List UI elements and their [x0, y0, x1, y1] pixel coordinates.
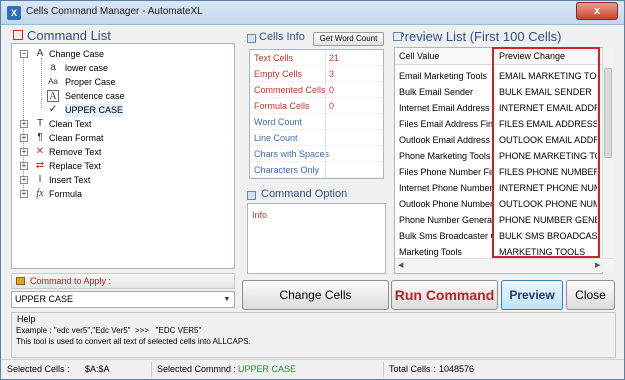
expand-icon[interactable]: +	[20, 190, 28, 198]
change-cells-button[interactable]: Change Cells	[242, 280, 389, 310]
change-case-icon: A	[36, 48, 44, 59]
app-icon: X	[7, 6, 21, 20]
clean-text-icon: T	[36, 118, 44, 129]
info-row-commented-cells: Commented Cells 0	[250, 82, 383, 98]
title-bar: X Cells Command Manager - AutomateXL x	[1, 1, 624, 25]
checkmark-icon: ✓	[48, 104, 58, 115]
collapse-icon[interactable]: −	[20, 50, 28, 58]
cells-info-table: Text Cells 21 Empty Cells 3 Commented Ce…	[249, 49, 384, 179]
sentencecase-icon: A	[47, 90, 59, 102]
help-panel: Help Example : "edc ver5","Edc Ver5" >>>…	[11, 312, 616, 358]
command-option-icon	[247, 191, 256, 200]
formula-icon: fx	[36, 188, 44, 199]
run-command-button[interactable]: Run Command	[391, 280, 498, 310]
column-header-preview-change[interactable]: Preview Change	[493, 48, 602, 65]
clean-format-icon: ¶	[37, 132, 43, 143]
status-bar: Selected Cells : $A:$A Selected Commnd :…	[1, 359, 624, 379]
window-title: Cells Command Manager - AutomateXL	[26, 6, 203, 17]
scrollbar-thumb[interactable]	[604, 68, 612, 158]
help-example: Example : "edc ver5","Edc Ver5" >>> "EDC…	[16, 326, 202, 335]
cells-info-icon	[247, 34, 256, 43]
status-selected-cells-label: Selected Cells :	[7, 364, 70, 374]
app-window: X Cells Command Manager - AutomateXL x C…	[0, 0, 625, 380]
command-list-title: Command List	[13, 28, 111, 43]
horizontal-scrollbar[interactable]: ◀ ▶	[395, 258, 613, 272]
command-to-apply-label: Command to Apply :	[11, 273, 235, 289]
info-row-word-count: Word Count	[250, 114, 383, 130]
expand-icon[interactable]: +	[20, 162, 28, 170]
list-icon	[13, 30, 23, 40]
info-row-chars-with-spaces: Chars with Spaces	[250, 146, 383, 162]
info-row-characters-only: Characters Only	[250, 162, 383, 178]
get-word-count-button[interactable]: Get Word Count	[313, 32, 384, 46]
status-total-cells-value: 1048576	[439, 364, 475, 374]
command-option-box: Info	[247, 203, 386, 274]
preview-button[interactable]: Preview	[501, 280, 563, 310]
status-divider	[383, 362, 384, 377]
chevron-down-icon[interactable]: ▼	[220, 292, 234, 307]
command-option-info: Info	[252, 210, 268, 220]
preview-icon	[393, 32, 402, 41]
help-title: Help	[17, 314, 36, 324]
status-total-cells-label: Total Cells :	[389, 364, 436, 374]
preview-list-title: Preview List (First 100 Cells)	[393, 29, 561, 44]
help-description: This tool is used to convert all text of…	[16, 337, 251, 346]
insert-text-icon: I	[38, 174, 42, 185]
info-row-line-count: Line Count	[250, 130, 383, 146]
vertical-scrollbar[interactable]	[602, 48, 613, 258]
scroll-right-icon[interactable]: ▶	[595, 261, 600, 269]
replace-text-icon: ⇄	[35, 160, 45, 171]
status-selected-cells-value: $A:$A	[85, 364, 110, 374]
info-row-formula-cells: Formula Cells 0	[250, 98, 383, 114]
propercase-icon: Aa	[48, 77, 58, 86]
status-selected-command-value: UPPER CASE	[238, 364, 297, 374]
info-row-empty-cells: Empty Cells 3	[250, 66, 383, 82]
status-selected-command-label: Selected Commnd :	[157, 364, 237, 374]
info-row-text-cells: Text Cells 21	[250, 50, 383, 66]
remove-text-icon: ✕	[35, 146, 45, 157]
expand-icon[interactable]: +	[20, 134, 28, 142]
window-close-button[interactable]: x	[576, 2, 618, 20]
status-divider	[151, 362, 152, 377]
preview-grid[interactable]: Cell Value Preview Change Email Marketin…	[394, 47, 603, 274]
expand-icon[interactable]: +	[20, 148, 28, 156]
lowercase-icon: a	[50, 62, 56, 73]
column-header-cell-value[interactable]: Cell Value	[395, 48, 493, 65]
close-button[interactable]: Close	[566, 280, 615, 310]
tree-line	[41, 58, 42, 108]
expand-icon[interactable]: +	[20, 176, 28, 184]
command-tree[interactable]: − A Change Case a lower case Aa Proper C…	[11, 43, 235, 269]
scroll-left-icon[interactable]: ◀	[398, 261, 403, 269]
command-to-apply-select[interactable]: UPPER CASE ▼	[11, 291, 235, 308]
expand-icon[interactable]: +	[20, 120, 28, 128]
flag-icon	[16, 277, 25, 285]
